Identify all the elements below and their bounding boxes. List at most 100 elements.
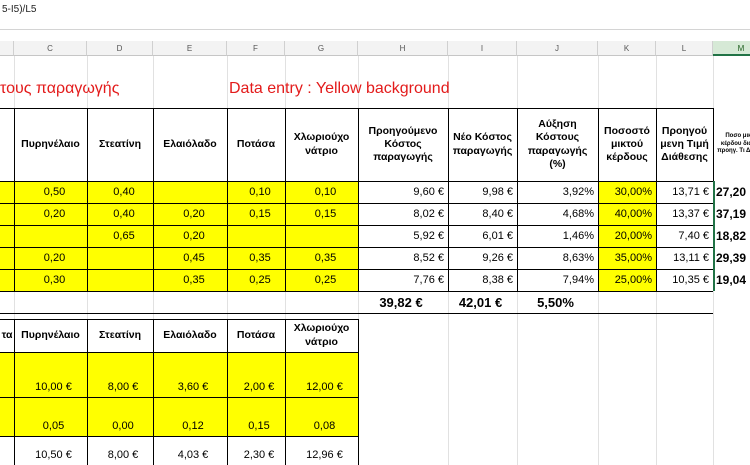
table-cell[interactable]: 13,37 € — [656, 203, 713, 225]
table-cell[interactable]: 8,00 € — [87, 436, 153, 465]
table-cell[interactable]: 10,50 € — [14, 436, 87, 465]
table-cell[interactable]: 0,20 — [153, 203, 227, 225]
table-cell[interactable] — [0, 225, 14, 247]
column-title-fragment[interactable]: τα — [0, 319, 14, 352]
column-header-k[interactable]: K — [598, 41, 656, 56]
formula-bar[interactable]: 5-I5)/L5 — [0, 0, 750, 30]
table-cell[interactable] — [285, 225, 358, 247]
column-header-c[interactable]: C — [14, 41, 87, 56]
table-cell[interactable]: 7,40 € — [656, 225, 713, 247]
column-title-fragment[interactable] — [0, 108, 14, 181]
table-cell[interactable]: 0,15 — [227, 203, 285, 225]
table-cell[interactable]: 0,15 — [285, 203, 358, 225]
table-cell[interactable]: 0,35 — [227, 247, 285, 269]
table-cell[interactable]: 25,00% — [598, 269, 656, 291]
table-cell[interactable]: 0,20 — [14, 247, 87, 269]
table-cell[interactable]: 5,92 € — [358, 225, 448, 247]
column-title[interactable]: Ελαιόλαδο — [153, 108, 227, 181]
table-cell[interactable]: 0,50 — [14, 181, 87, 203]
table-cell[interactable]: 30,00% — [598, 181, 656, 203]
table-cell[interactable]: 20,00% — [598, 225, 656, 247]
total-cell[interactable]: 42,01 € — [448, 291, 517, 313]
table-cell[interactable] — [0, 269, 14, 291]
column-header-m[interactable]: M — [713, 41, 750, 56]
table-cell[interactable]: 35,00% — [598, 247, 656, 269]
table-cell[interactable]: 0,00 — [87, 397, 153, 436]
table-cell[interactable]: 37,19 — [713, 203, 750, 225]
table-cell[interactable]: 9,60 € — [358, 181, 448, 203]
table-cell[interactable]: 27,20 — [713, 181, 750, 203]
column-header-j[interactable]: J — [517, 41, 598, 56]
table-cell[interactable]: 0,35 — [285, 247, 358, 269]
table-cell[interactable]: 2,00 € — [227, 352, 285, 397]
table-cell[interactable] — [0, 181, 14, 203]
table-cell[interactable]: 3,92% — [517, 181, 598, 203]
table-cell[interactable]: 13,11 € — [656, 247, 713, 269]
table-cell[interactable]: 12,96 € — [285, 436, 358, 465]
table-cell[interactable] — [87, 247, 153, 269]
table-cell[interactable] — [0, 397, 14, 436]
table-cell[interactable]: 40,00% — [598, 203, 656, 225]
table-cell[interactable]: 0,65 — [87, 225, 153, 247]
table-cell[interactable] — [0, 247, 14, 269]
table-cell[interactable]: 0,30 — [14, 269, 87, 291]
table-cell[interactable]: 4,68% — [517, 203, 598, 225]
column-title[interactable]: Χλωριούχο νάτριο — [285, 319, 358, 352]
table-cell[interactable]: 8,00 € — [87, 352, 153, 397]
column-header-i[interactable]: I — [448, 41, 517, 56]
table-cell[interactable] — [0, 352, 14, 397]
table-cell[interactable] — [14, 225, 87, 247]
table-cell[interactable]: 10,00 € — [14, 352, 87, 397]
table-cell[interactable] — [0, 203, 14, 225]
table-cell[interactable] — [87, 269, 153, 291]
total-cell[interactable]: 39,82 € — [358, 291, 448, 313]
table-cell[interactable]: 8,02 € — [358, 203, 448, 225]
column-title[interactable]: Στεατίνη — [87, 319, 153, 352]
column-title[interactable]: Στεατίνη — [87, 108, 153, 181]
table-cell[interactable]: 0,45 — [153, 247, 227, 269]
table-cell[interactable]: 8,63% — [517, 247, 598, 269]
table-cell[interactable]: 0,05 — [14, 397, 87, 436]
column-header-g[interactable]: G — [285, 41, 358, 56]
table-cell[interactable]: 3,60 € — [153, 352, 227, 397]
table-cell[interactable]: 18,82 — [713, 225, 750, 247]
table-cell[interactable]: 0,08 — [285, 397, 358, 436]
table-cell[interactable] — [227, 225, 285, 247]
table-cell[interactable]: 6,01 € — [448, 225, 517, 247]
table-cell[interactable]: 1,46% — [517, 225, 598, 247]
table-cell[interactable]: 0,12 — [153, 397, 227, 436]
table-cell[interactable]: 4,03 € — [153, 436, 227, 465]
table-cell[interactable]: 0,20 — [14, 203, 87, 225]
table-cell[interactable] — [0, 436, 14, 465]
column-title[interactable]: Ποσοστό μικτού κέρδους — [598, 108, 656, 181]
column-title[interactable]: Πυρηνέλαιο — [14, 108, 87, 181]
table-cell[interactable]: 0,25 — [285, 269, 358, 291]
table-cell[interactable]: 0,35 — [153, 269, 227, 291]
column-header-f[interactable]: F — [227, 41, 285, 56]
table-cell[interactable]: 0,40 — [87, 181, 153, 203]
column-title[interactable]: Ποσο μικτο κέρδου διατήρ προηγ. Τι Διάθε… — [713, 108, 750, 181]
column-title[interactable]: Νέο Κόστος παραγωγής — [448, 108, 517, 181]
column-header-l[interactable]: L — [656, 41, 713, 56]
column-title[interactable]: Ποτάσα — [227, 319, 285, 352]
column-header-d[interactable]: D — [87, 41, 153, 56]
table-cell[interactable]: 13,71 € — [656, 181, 713, 203]
table-cell[interactable]: 0,40 — [87, 203, 153, 225]
table-cell[interactable]: 9,98 € — [448, 181, 517, 203]
table-cell[interactable]: 12,00 € — [285, 352, 358, 397]
table-cell[interactable]: 0,10 — [227, 181, 285, 203]
column-title[interactable]: Προηγού μενη Τιμή Διάθεσης — [656, 108, 713, 181]
total-cell[interactable]: 5,50% — [517, 291, 598, 313]
table-cell[interactable]: 7,76 € — [358, 269, 448, 291]
table-cell[interactable]: 7,94% — [517, 269, 598, 291]
column-header-partial[interactable] — [0, 41, 14, 56]
table-cell[interactable]: 0,15 — [227, 397, 285, 436]
column-title[interactable]: Ελαιόλαδο — [153, 319, 227, 352]
column-title[interactable]: Πυρηνέλαιο — [14, 319, 87, 352]
table-cell[interactable]: 8,38 € — [448, 269, 517, 291]
table-cell[interactable]: 19,04 — [713, 269, 750, 291]
column-title[interactable]: Χλωριούχο νάτριο — [285, 108, 358, 181]
table-cell[interactable]: 10,35 € — [656, 269, 713, 291]
table-cell[interactable]: 8,40 € — [448, 203, 517, 225]
table-cell[interactable]: 29,39 — [713, 247, 750, 269]
